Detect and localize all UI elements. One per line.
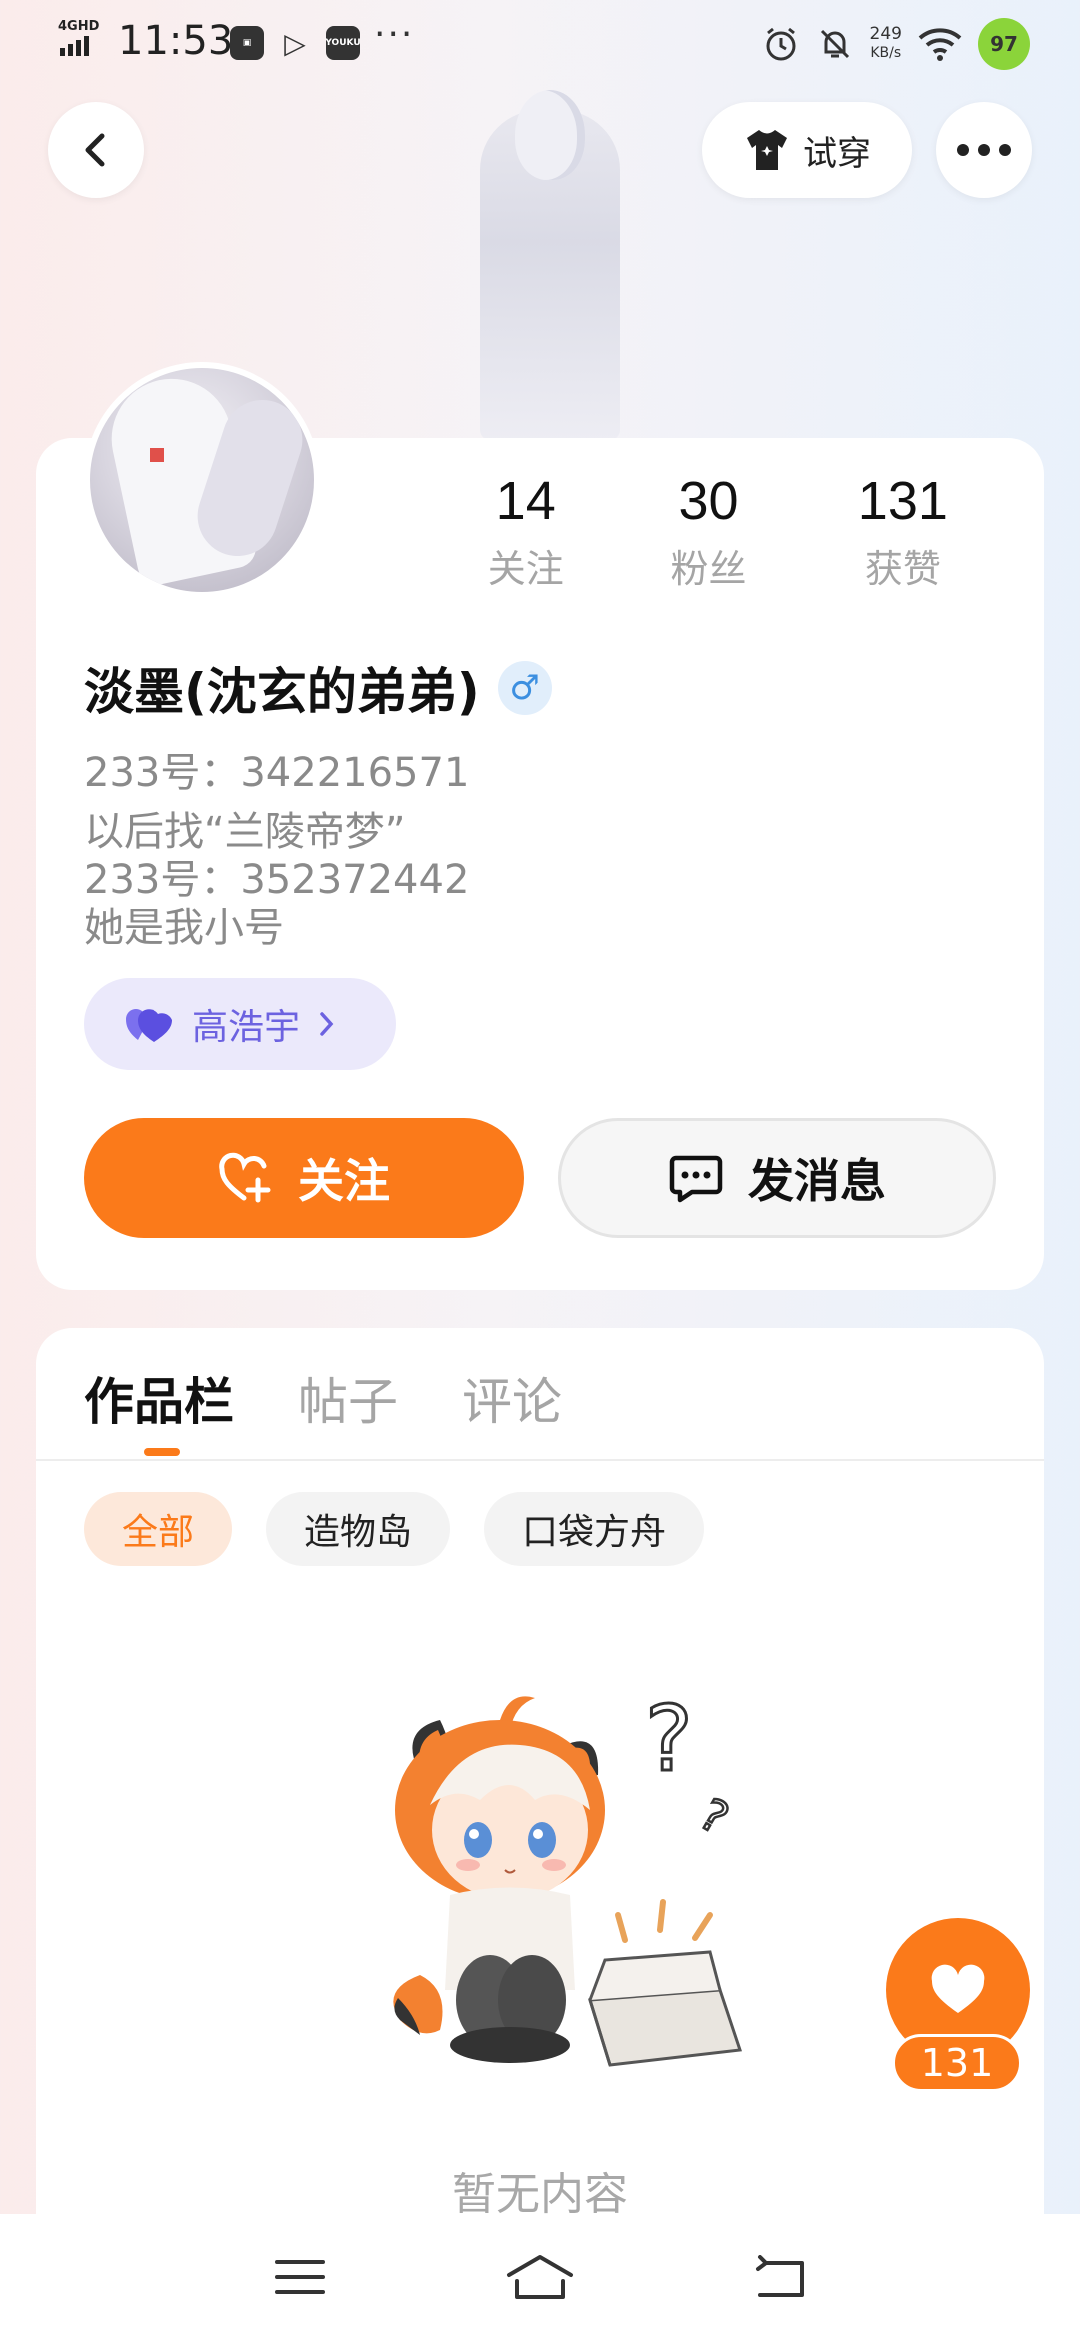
empty-state-text: 暂无内容 xyxy=(452,2169,628,2220)
status-right: 249 KB/s 97 xyxy=(762,18,1030,70)
more-icon xyxy=(957,144,1011,156)
stat-followers[interactable]: 30 粉丝 xyxy=(611,470,805,593)
avatar[interactable] xyxy=(84,362,320,598)
notification-app-icon: ▣ xyxy=(230,26,264,60)
svg-text:?: ? xyxy=(645,1690,693,1792)
stat-likes[interactable]: 131 获赞 xyxy=(806,470,1000,593)
network-type: 4GHD xyxy=(58,19,100,34)
video-app-icon: ▷ xyxy=(284,26,306,60)
heart-plus-icon xyxy=(219,1152,271,1203)
user-id: 233号：342216571 xyxy=(84,750,470,796)
character-head xyxy=(515,90,585,180)
chat-icon xyxy=(669,1155,723,1203)
tabs-divider xyxy=(36,1459,1044,1461)
wifi-icon xyxy=(918,28,962,61)
guild-name: 高浩宇 xyxy=(192,1007,301,1048)
tab-works[interactable]: 作品栏 xyxy=(84,1362,234,1434)
more-notifications-icon: ··· xyxy=(374,14,415,55)
tab-posts[interactable]: 帖子 xyxy=(298,1362,398,1434)
stat-label: 粉丝 xyxy=(670,547,747,591)
filter-chips: 全部 造物岛 口袋方舟 xyxy=(84,1492,705,1566)
menu-icon xyxy=(275,2260,325,2294)
stat-label: 关注 xyxy=(487,547,564,591)
svg-text:?: ? xyxy=(691,1789,737,1845)
stat-value: 14 xyxy=(495,471,556,531)
filter-chip-island[interactable]: 造物岛 xyxy=(266,1492,451,1566)
try-on-button[interactable]: 试穿 xyxy=(702,102,912,198)
profile-stats: 14 关注 30 粉丝 131 获赞 xyxy=(440,470,1000,593)
more-button[interactable] xyxy=(936,102,1032,198)
bio-line: 233号：352372442 xyxy=(84,857,470,903)
heart-icon xyxy=(931,1964,985,2013)
back-button[interactable] xyxy=(48,102,144,198)
active-tab-indicator xyxy=(144,1448,180,1456)
message-label: 发消息 xyxy=(748,1154,886,1208)
filter-chip-all[interactable]: 全部 xyxy=(84,1492,233,1566)
guild-badge[interactable]: 高浩宇 xyxy=(84,978,396,1070)
stat-value: 30 xyxy=(678,471,739,531)
back-icon xyxy=(85,133,105,167)
content-tabs: 作品栏 帖子 评论 xyxy=(84,1362,562,1434)
bio-line: 她是我小号 xyxy=(84,905,284,951)
username: 淡墨(沈玄的弟弟) xyxy=(84,663,480,721)
status-bar: 4GHD 11:53 ▣ ▷ YOUKU ··· 249 KB/s 97 xyxy=(0,0,1080,90)
follow-label: 关注 xyxy=(298,1154,390,1208)
message-button[interactable]: 发消息 xyxy=(558,1118,996,1238)
clock: 11:53 xyxy=(118,18,234,64)
tab-comments[interactable]: 评论 xyxy=(462,1362,562,1434)
tshirt-icon xyxy=(747,130,787,170)
recent-apps-button[interactable] xyxy=(265,2247,335,2307)
stat-value: 131 xyxy=(857,471,948,531)
bio: 以后找“兰陵帝梦” 233号：352372442 她是我小号 xyxy=(84,808,469,952)
username-row: 淡墨(沈玄的弟弟) ♂ xyxy=(84,652,552,724)
try-on-label: 试穿 xyxy=(803,133,871,174)
filter-chip-ark[interactable]: 口袋方舟 xyxy=(484,1492,705,1566)
guild-heart-icon xyxy=(126,1009,172,1042)
stat-label: 获赞 xyxy=(864,547,941,591)
chevron-right-icon xyxy=(320,1012,334,1036)
bio-line: 以后找“兰陵帝梦” xyxy=(84,809,406,855)
empty-state-illustration: ? ? xyxy=(393,1690,743,2067)
home-button[interactable] xyxy=(505,2247,575,2307)
home-icon xyxy=(507,2255,573,2299)
battery-indicator: 97 xyxy=(978,18,1030,70)
alarm-icon xyxy=(766,27,796,61)
stat-following[interactable]: 14 关注 xyxy=(440,470,611,593)
network-speed: 249 KB/s xyxy=(869,24,902,62)
header-character-image xyxy=(420,90,660,440)
like-count: 131 xyxy=(892,2034,1022,2092)
youku-icon: YOUKU xyxy=(325,26,361,60)
male-icon: ♂ xyxy=(497,661,552,715)
back-nav-button[interactable] xyxy=(745,2247,815,2307)
system-nav-bar xyxy=(0,2214,1080,2340)
signal-icon xyxy=(60,36,89,56)
follow-button[interactable]: 关注 xyxy=(84,1118,524,1238)
mute-bell-icon xyxy=(820,29,849,59)
return-icon xyxy=(756,2255,804,2297)
